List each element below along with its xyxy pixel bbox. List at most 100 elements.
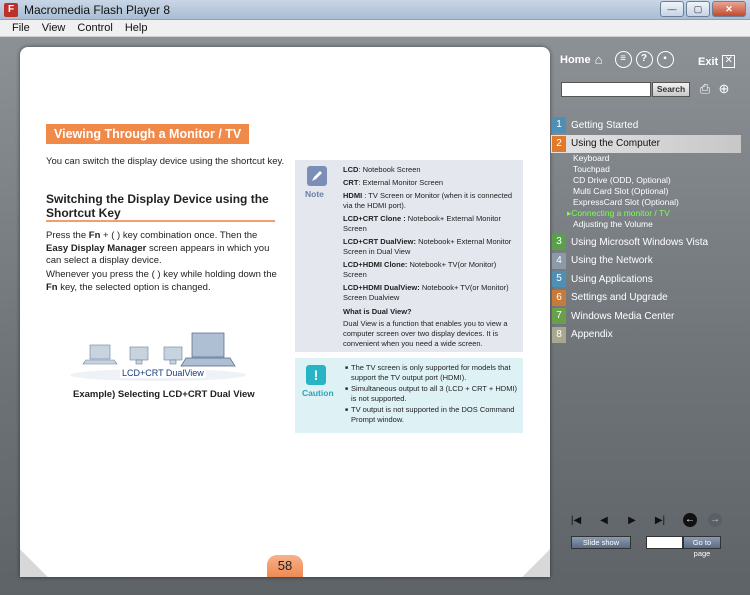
menu-control[interactable]: Control [77,22,112,34]
note-term: HDMI [343,191,363,200]
toc-item-appendix[interactable]: 8 Appendix [551,326,741,344]
toc-item-windows-vista[interactable]: 3 Using Microsoft Windows Vista [551,233,741,251]
flash-app-icon: F [4,3,18,17]
instruction-paragraph-2: Whenever you press the ( ) key while hol… [46,269,278,294]
toc-subitem-multi-card-slot[interactable]: Multi Card Slot (Optional) [551,186,741,197]
toc-subitem-touchpad[interactable]: Touchpad [551,164,741,175]
toc-item-settings-upgrade[interactable]: 6 Settings and Upgrade [551,289,741,307]
help-icon[interactable]: ? [635,51,653,68]
page-curl-next[interactable] [522,549,550,577]
caution-item: Simultaneous output to all 3 (LCD + CRT … [345,384,520,404]
note-item: HDMI : TV Screen or Monitor (when it is … [343,191,519,211]
toc-subitem-connecting-monitor[interactable]: ▸Connecting a monitor / TV [551,208,741,219]
para1-text-c: + ( ) key combination once. Then the [100,230,258,241]
zoom-icon[interactable]: ⊕ [716,81,732,97]
caution-list: The TV screen is only supported for mode… [345,363,520,426]
toc-label: Using Microsoft Windows Vista [571,236,709,248]
note-term: LCD+HDMI DualView: [343,283,420,292]
para2-text-c: key, the selected option is changed. [57,281,211,293]
toc-item-using-the-computer[interactable]: 2 Using the Computer [551,134,741,153]
caution-box: ! Caution The TV screen is only supporte… [295,358,523,433]
glossary-icon[interactable]: ▪ [656,51,674,68]
example-caption: Example) Selecting LCD+CRT Dual View [73,389,255,400]
goto-page-input[interactable] [646,536,683,549]
index-icon[interactable]: ≡ [614,51,632,68]
page-heading: Viewing Through a Monitor / TV [46,124,250,144]
note-term: LCD+CRT DualView: [343,237,416,246]
print-icon[interactable]: ⎙ [697,81,713,97]
page-curl-previous[interactable] [20,549,48,577]
toc-subitem-cd-drive[interactable]: CD Drive (ODD, Optional) [551,175,741,186]
toc-label: Using the Computer [571,138,660,149]
caution-item: The TV screen is only supported for mode… [345,363,520,383]
toc-label: Using Applications [571,273,653,285]
toc-number: 2 [552,135,566,152]
note-content: LCD: Notebook Screen CRT: External Monit… [343,165,519,349]
para2-text-b: Fn [46,281,58,293]
dual-view-text: Dual View is a function that enables you… [343,319,508,348]
menu-file[interactable]: File [12,22,30,34]
last-page-icon[interactable]: ▶| [652,514,668,528]
home-icon[interactable]: ⌂ [595,52,611,67]
first-page-icon[interactable]: |◀ [568,514,584,528]
toc-number: 7 [552,308,566,324]
table-of-contents: 1 Getting Started 2 Using the Computer K… [551,116,741,344]
illustration-label: LCD+CRT DualView [120,368,206,378]
note-desc: : Notebook Screen [358,165,421,174]
exit-group: Exit ✕ [698,55,736,68]
note-desc: : TV Screen or Monitor (when it is conne… [343,191,513,210]
toc-label: Getting Started [571,119,639,131]
goto-page-button[interactable]: Go to page [683,536,721,558]
toc-item-applications[interactable]: 5 Using Applications [551,270,741,288]
minimize-button[interactable]: — [660,1,684,17]
para1-text-a: Press the [46,230,89,241]
caution-item: TV output is not supported in the DOS Co… [345,405,520,425]
toc-item-network[interactable]: 4 Using the Network [551,252,741,270]
note-item: LCD+CRT Clone : Notebook+ External Monit… [343,214,519,234]
toc-subitem-keyboard[interactable]: Keyboard [551,153,741,164]
toc-label: Appendix [571,329,613,340]
note-term: LCD+CRT Clone : [343,214,406,223]
manual-page: Viewing Through a Monitor / TV You can s… [20,47,550,577]
home-label[interactable]: Home [560,54,591,66]
menu-view[interactable]: View [42,22,66,34]
instruction-paragraph-1: Press the Fn + ( ) key combination once.… [46,230,278,268]
exit-icon[interactable]: ✕ [722,55,736,68]
slide-show-button[interactable]: Slide show [571,536,631,549]
exit-label[interactable]: Exit [698,56,718,68]
caution-label: Caution [302,388,334,398]
toc-label: Windows Media Center [571,310,675,322]
note-item: LCD+HDMI Clone: Notebook+ TV(or Monitor)… [343,260,519,280]
window-titlebar[interactable]: F Macromedia Flash Player 8 — ▢ ✕ [0,0,750,20]
note-item: CRT: External Monitor Screen [343,178,519,188]
search-input[interactable] [561,82,651,97]
menu-bar: File View Control Help [0,20,750,37]
toc-subitem-expresscard-slot[interactable]: ExpressCard Slot (Optional) [551,197,741,208]
exclamation-icon: ! [306,365,326,385]
previous-page-icon[interactable]: ◀ [596,514,612,528]
toc-number: 8 [552,326,566,343]
toc-number: 1 [552,117,566,133]
menu-help[interactable]: Help [125,22,148,34]
flash-stage: Viewing Through a Monitor / TV You can s… [0,37,750,595]
toc-item-media-center[interactable]: 7 Windows Media Center [551,307,741,325]
close-button[interactable]: ✕ [712,1,746,17]
maximize-button[interactable]: ▢ [686,1,710,17]
note-label: Note [305,189,324,199]
monitor-icon-1 [129,346,149,365]
section-divider [46,220,275,222]
intro-text: You can switch the display device using … [46,156,285,167]
toc-subitem-adjusting-volume[interactable]: Adjusting the Volume [551,219,741,230]
forward-arrow-icon[interactable]: → [708,513,722,527]
toc-label: Settings and Upgrade [571,292,668,303]
note-term: LCD [343,165,359,174]
back-arrow-icon[interactable]: ← [683,513,697,527]
toc-number: 5 [552,271,566,287]
toc-number: 6 [552,289,566,306]
toc-item-getting-started[interactable]: 1 Getting Started [551,116,741,134]
next-page-icon[interactable]: ▶ [624,514,640,528]
note-item: LCD+HDMI DualView: Notebook+ TV(or Monit… [343,283,519,303]
note-desc: : External Monitor Screen [358,178,444,187]
page-navigation: |◀ ◀ ▶ ▶| [568,514,668,528]
search-button[interactable]: Search [652,82,690,97]
